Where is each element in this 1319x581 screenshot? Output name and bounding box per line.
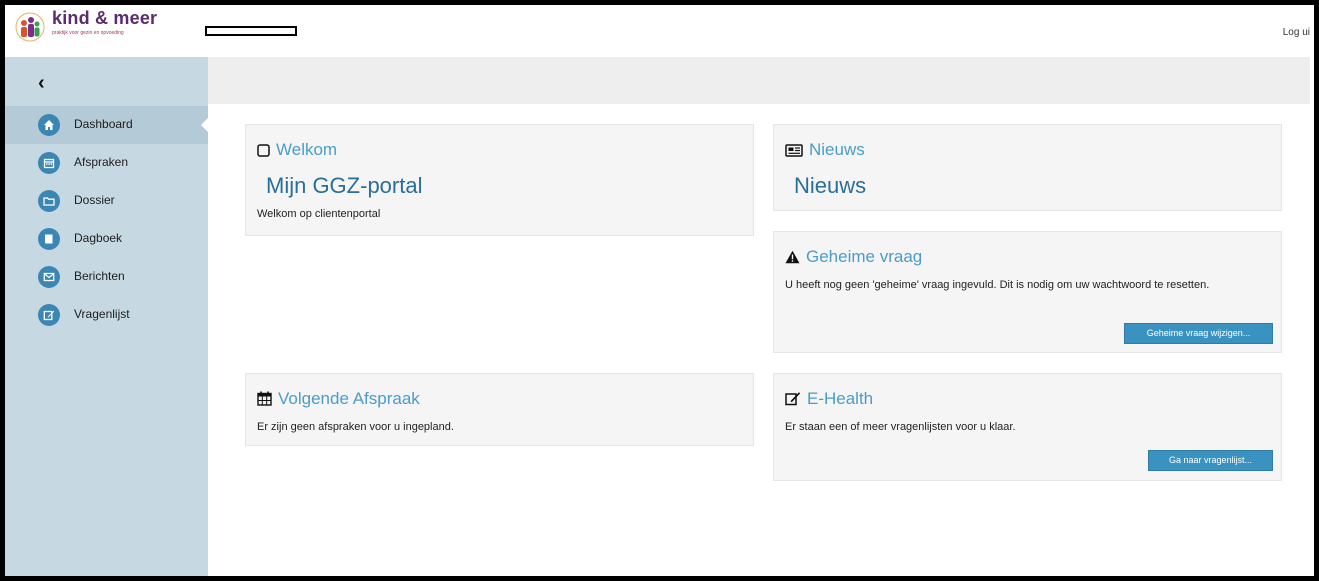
nieuws-title: Nieuws [809,140,865,159]
sidebar-item-dashboard[interactable]: Dashboard [5,106,208,144]
geheime-vraag-title: Geheime vraag [806,247,923,266]
logo-title: kind & meer [52,8,158,28]
sidebar-item-vragenlijst[interactable]: Vragenlijst [5,296,208,334]
active-indicator [201,118,208,132]
book-icon [38,228,60,250]
ga-naar-vragenlijst-button[interactable]: Ga naar vragenlijst... [1148,450,1273,471]
panel-title: Welkom [257,140,337,160]
envelope-icon [38,266,60,288]
logout-link[interactable]: Log ui [1283,27,1310,38]
ehealth-title: E-Health [807,389,874,408]
warning-icon [785,250,800,264]
logo-family-icon [15,12,45,42]
volgende-afspraak-panel: Volgende Afspraak Er zijn geen afspraken… [245,373,754,446]
edit-icon [38,304,60,326]
logo[interactable]: kind & meer praktijk voor gezin en opvoe… [15,8,195,52]
panel-title: Nieuws [785,140,865,160]
calendar-icon [38,152,60,174]
sidebar-item-label: Berichten [74,269,125,283]
sidebar-item-afspraken[interactable]: Afspraken [5,144,208,182]
panel-title: Geheime vraag [785,247,922,267]
panel-title: E-Health [785,389,873,409]
ehealth-panel: E-Health Er staan een of meer vragenlijs… [773,373,1282,481]
home-icon [38,114,60,136]
geheime-vraag-wijzigen-button[interactable]: Geheime vraag wijzigen... [1124,323,1273,344]
geheime-vraag-text: U heeft nog geen 'geheime' vraag ingevul… [785,279,1210,291]
edit-icon [785,392,801,406]
top-bar: kind & meer praktijk voor gezin en opvoe… [5,5,1310,57]
portal-heading: Mijn GGZ-portal [266,173,423,198]
app-window: kind & meer praktijk voor gezin en opvoe… [5,5,1310,576]
sidebar: ‹ Dashboard Afspraken Dossier Dagboek Be… [5,57,208,576]
sidebar-item-dossier[interactable]: Dossier [5,182,208,220]
sidebar-item-berichten[interactable]: Berichten [5,258,208,296]
geheime-vraag-panel: Geheime vraag U heeft nog geen 'geheime'… [773,231,1282,353]
afspraak-text: Er zijn geen afspraken voor u ingepland. [257,421,454,433]
sidebar-item-label: Dagboek [74,231,123,245]
welkom-text: Welkom op clientenportal [257,208,381,220]
newspaper-icon [785,144,803,157]
logo-tagline: praktijk voor gezin en opvoeding [52,30,124,36]
square-icon [257,144,270,157]
nieuws-heading: Nieuws [794,173,867,198]
redacted-field [205,26,297,36]
folder-icon [38,190,60,212]
welkom-panel: Welkom Mijn GGZ-portal Welkom op cliente… [245,124,754,236]
panel-title: Volgende Afspraak [257,389,420,409]
sidebar-item-label: Dashboard [74,117,133,131]
sidebar-item-dagboek[interactable]: Dagboek [5,220,208,258]
calendar-icon [257,391,272,406]
sidebar-item-label: Afspraken [74,155,129,169]
chevron-left-icon[interactable]: ‹ [38,73,45,93]
sidebar-item-label: Dossier [74,193,115,207]
content-header-bar [208,57,1310,104]
sidebar-item-label: Vragenlijst [74,307,130,321]
nieuws-panel: Nieuws Nieuws [773,124,1282,211]
afspraak-title: Volgende Afspraak [278,389,420,408]
ehealth-text: Er staan een of meer vragenlijsten voor … [785,421,1016,433]
welkom-title: Welkom [276,140,338,159]
